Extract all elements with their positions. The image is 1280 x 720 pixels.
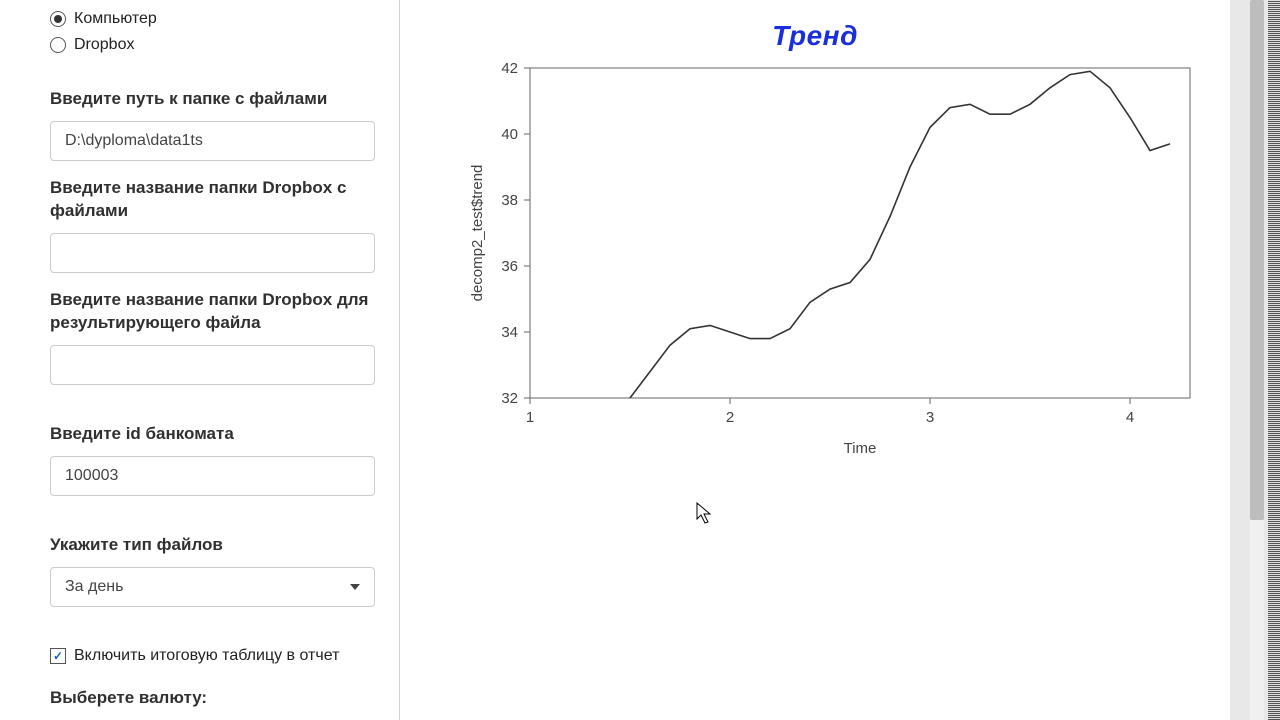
radio-icon	[50, 11, 66, 27]
checkbox-label: Включить итоговую таблицу в отчет	[74, 647, 339, 665]
svg-text:38: 38	[501, 192, 518, 209]
radio-dropbox[interactable]: Dropbox	[50, 32, 375, 58]
svg-text:1: 1	[526, 409, 534, 426]
path-label: Введите путь к папке с файлами	[50, 88, 375, 111]
dropbox-input-folder-field[interactable]	[50, 233, 375, 273]
file-type-value: За день	[65, 578, 123, 596]
scrollbar-thumb[interactable]	[1250, 0, 1264, 520]
chevron-down-icon	[350, 584, 360, 590]
include-table-checkbox[interactable]: Включить итоговую таблицу в отчет	[50, 647, 375, 665]
svg-text:3: 3	[926, 409, 934, 426]
chart-panel: Тренд 3234363840421234Timedecomp2_test$t…	[400, 0, 1230, 720]
sidebar-panel: Компьютер Dropbox Введите путь к папке с…	[0, 0, 400, 720]
chart-title: Тренд	[400, 20, 1230, 52]
svg-text:Time: Time	[844, 440, 877, 457]
svg-text:40: 40	[501, 126, 518, 143]
svg-text:42: 42	[501, 60, 518, 77]
file-type-select[interactable]: За день	[50, 567, 375, 607]
radio-icon	[50, 37, 66, 53]
chart-plot: 3234363840421234Timedecomp2_test$trend	[460, 58, 1200, 468]
dropbox-input-folder-label: Введите название папки Dropbox с файлами	[50, 177, 375, 223]
file-type-label: Укажите тип файлов	[50, 534, 375, 557]
window-border	[1268, 0, 1280, 720]
atm-id-input[interactable]	[50, 456, 375, 496]
window-edge	[1230, 0, 1280, 720]
svg-text:36: 36	[501, 258, 518, 275]
radio-label: Dropbox	[74, 36, 134, 54]
checkbox-icon	[50, 648, 66, 664]
svg-text:decomp2_test$trend: decomp2_test$trend	[469, 165, 486, 302]
dropbox-output-folder-field[interactable]	[50, 345, 375, 385]
svg-text:2: 2	[726, 409, 734, 426]
source-radio-group: Компьютер Dropbox	[50, 0, 375, 72]
svg-text:34: 34	[501, 324, 518, 341]
radio-computer[interactable]: Компьютер	[50, 6, 375, 32]
dropbox-output-folder-label: Введите название папки Dropbox для резул…	[50, 289, 375, 335]
currency-label: Выберете валюту:	[50, 687, 375, 710]
atm-id-label: Введите id банкомата	[50, 423, 375, 446]
radio-label: Компьютер	[74, 10, 157, 28]
path-input[interactable]	[50, 121, 375, 161]
svg-text:4: 4	[1126, 409, 1134, 426]
svg-text:32: 32	[501, 390, 518, 407]
